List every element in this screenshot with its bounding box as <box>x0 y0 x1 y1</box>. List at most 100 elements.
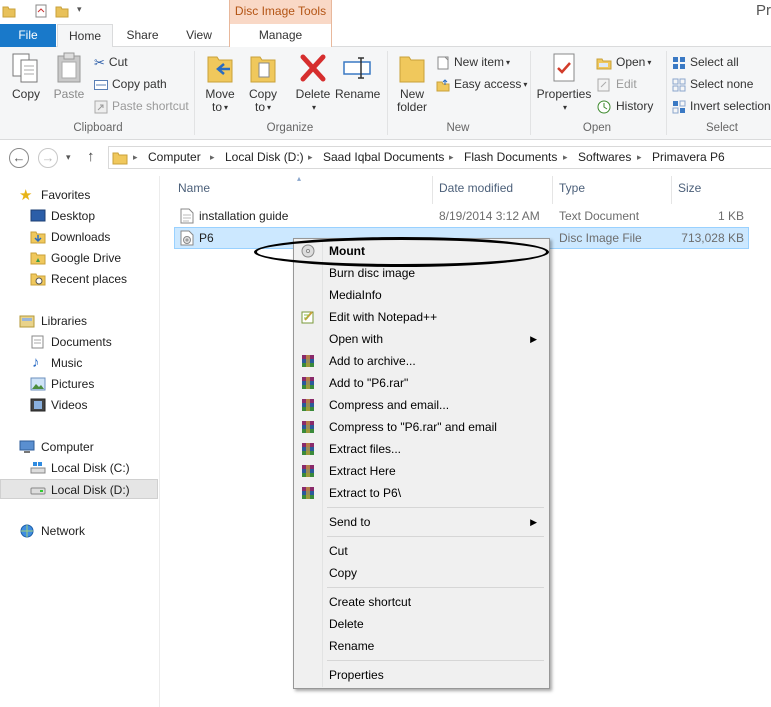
move-to-button[interactable]: Move to ▾ <box>200 51 240 114</box>
tab-view[interactable]: View <box>172 24 226 47</box>
breadcrumb-separator-icon[interactable]: ▸ <box>210 147 215 168</box>
menu-item-extract-to-folder[interactable]: Extract to P6\ <box>296 482 547 504</box>
nav-item-computer[interactable]: Computer <box>0 437 158 457</box>
paste-icon <box>57 52 81 83</box>
new-item-label: New item <box>454 55 505 69</box>
nav-item-pictures[interactable]: Pictures <box>0 374 158 394</box>
address-bar-row: ← → ▾ ↑ ▸ Computer ▸ Local Disk (D:) ▸ S… <box>0 140 771 176</box>
breadcrumb-separator-icon[interactable]: ▸ <box>308 147 313 168</box>
recent-locations-icon[interactable]: ▾ <box>66 152 71 163</box>
column-header-name[interactable]: Name <box>178 181 210 195</box>
column-header-date-modified[interactable]: Date modified <box>439 181 513 195</box>
menu-item-copy[interactable]: Copy <box>296 562 547 584</box>
file-row[interactable]: installation guide 8/19/2014 3:12 AM Tex… <box>174 206 749 228</box>
breadcrumb-item[interactable]: Softwares <box>578 147 631 168</box>
nav-item-local-disk-c[interactable]: Local Disk (C:) <box>0 458 158 478</box>
tab-share[interactable]: Share <box>114 24 171 47</box>
cut-label: Cut <box>108 55 128 69</box>
cut-button[interactable]: ✂ Cut <box>94 53 128 71</box>
nav-item-videos[interactable]: Videos <box>0 395 158 415</box>
copy-button[interactable]: Copy <box>6 51 46 101</box>
nav-item-local-disk-d[interactable]: Local Disk (D:) <box>0 479 158 499</box>
column-header-type[interactable]: Type <box>559 181 585 195</box>
column-divider[interactable] <box>552 176 553 204</box>
breadcrumb-item[interactable]: Local Disk (D:) <box>225 147 304 168</box>
drive-icon <box>30 487 46 495</box>
move-to-icon <box>207 56 233 83</box>
copy-icon <box>12 53 38 83</box>
menu-item-open-with[interactable]: Open with ▶ <box>296 328 547 350</box>
folder-icon[interactable] <box>2 4 16 18</box>
menu-item-edit-notepad[interactable]: Edit with Notepad++ <box>296 306 547 328</box>
breadcrumb-item[interactable]: Computer <box>148 147 201 168</box>
easy-access-button[interactable]: Easy access ▾ <box>436 75 527 93</box>
invert-selection-button[interactable]: Invert selection <box>672 97 771 115</box>
new-folder-button[interactable]: New folder <box>392 51 432 114</box>
group-label-open: Open <box>582 122 612 134</box>
nav-item-libraries[interactable]: Libraries <box>0 311 158 331</box>
delete-button[interactable]: Delete ▾ <box>292 51 334 114</box>
history-button[interactable]: History <box>596 97 653 115</box>
breadcrumb-item[interactable]: Primavera P6 <box>652 147 725 168</box>
breadcrumb-separator-icon[interactable]: ▸ <box>637 147 642 168</box>
menu-item-rename[interactable]: Rename <box>296 635 547 657</box>
tab-file[interactable]: File <box>0 24 56 47</box>
nav-item-favorites[interactable]: ★ Favorites <box>0 185 158 205</box>
menu-item-compress-and-email[interactable]: Compress and email... <box>296 394 547 416</box>
nav-item-network[interactable]: Network <box>0 521 158 541</box>
menu-item-create-shortcut[interactable]: Create shortcut <box>296 591 547 613</box>
up-arrow-icon[interactable]: ↑ <box>87 148 95 165</box>
paste-button[interactable]: Paste <box>50 51 88 101</box>
breadcrumb-item[interactable]: Saad Iqbal Documents <box>323 147 444 168</box>
nav-item-documents[interactable]: Documents <box>0 332 158 352</box>
menu-item-compress-to-rar-and-email[interactable]: Compress to "P6.rar" and email <box>296 416 547 438</box>
menu-item-extract-files[interactable]: Extract files... <box>296 438 547 460</box>
copy-to-button[interactable]: Copy to ▾ <box>243 51 283 114</box>
nav-item-music[interactable]: ♪ Music <box>0 353 158 373</box>
breadcrumb-separator-icon[interactable]: ▸ <box>563 147 568 168</box>
submenu-arrow-icon: ▶ <box>530 517 537 527</box>
column-divider[interactable] <box>671 176 672 204</box>
open-button[interactable]: Open ▾ <box>596 53 651 71</box>
properties-label: Properties <box>536 87 592 101</box>
properties-icon[interactable] <box>34 4 48 18</box>
copy-path-button[interactable]: Copy path <box>94 75 167 93</box>
nav-item-recent-places[interactable]: Recent places <box>0 269 158 289</box>
breadcrumb-item[interactable]: Flash Documents <box>464 147 557 168</box>
forward-button[interactable]: → <box>38 148 58 168</box>
file-size: 713,028 KB <box>681 231 744 245</box>
file-type: Text Document <box>559 209 640 223</box>
arrow-right-icon: → <box>41 150 55 165</box>
new-item-button[interactable]: New item ▾ <box>436 53 510 71</box>
breadcrumb-separator-icon[interactable]: ▸ <box>133 147 138 168</box>
rename-button[interactable]: Rename <box>335 51 380 101</box>
properties-button[interactable]: Properties ▾ <box>536 51 592 114</box>
new-folder-label-2: folder <box>396 100 428 114</box>
menu-item-add-to-rar[interactable]: Add to "P6.rar" <box>296 372 547 394</box>
menu-item-cut[interactable]: Cut <box>296 540 547 562</box>
edit-button[interactable]: Edit <box>596 75 637 93</box>
customize-qat-icon[interactable]: ▾ <box>77 4 82 15</box>
menu-item-mediainfo[interactable]: MediaInfo <box>296 284 547 306</box>
tab-manage[interactable]: Manage <box>229 24 332 47</box>
address-bar[interactable]: ▸ Computer ▸ Local Disk (D:) ▸ Saad Iqba… <box>108 146 771 169</box>
nav-item-downloads[interactable]: Downloads <box>0 227 158 247</box>
breadcrumb-separator-icon[interactable]: ▸ <box>449 147 454 168</box>
navigation-pane: ★ Favorites Desktop Downloads Google Dri… <box>0 176 160 707</box>
back-button[interactable]: ← <box>9 148 29 168</box>
menu-item-send-to[interactable]: Send to ▶ <box>296 511 547 533</box>
chevron-down-icon: ▾ <box>224 103 229 113</box>
menu-item-add-to-archive[interactable]: Add to archive... <box>296 350 547 372</box>
menu-item-extract-here[interactable]: Extract Here <box>296 460 547 482</box>
select-none-button[interactable]: Select none <box>672 75 753 93</box>
select-all-button[interactable]: Select all <box>672 53 739 71</box>
column-divider[interactable] <box>432 176 433 204</box>
new-folder-icon[interactable] <box>55 4 69 18</box>
paste-shortcut-button[interactable]: Paste shortcut <box>94 97 189 115</box>
tab-home[interactable]: Home <box>57 24 113 48</box>
column-header-size[interactable]: Size <box>678 181 701 195</box>
menu-item-delete[interactable]: Delete <box>296 613 547 635</box>
menu-item-properties[interactable]: Properties <box>296 664 547 686</box>
nav-item-google-drive[interactable]: Google Drive <box>0 248 158 268</box>
nav-item-desktop[interactable]: Desktop <box>0 206 158 226</box>
